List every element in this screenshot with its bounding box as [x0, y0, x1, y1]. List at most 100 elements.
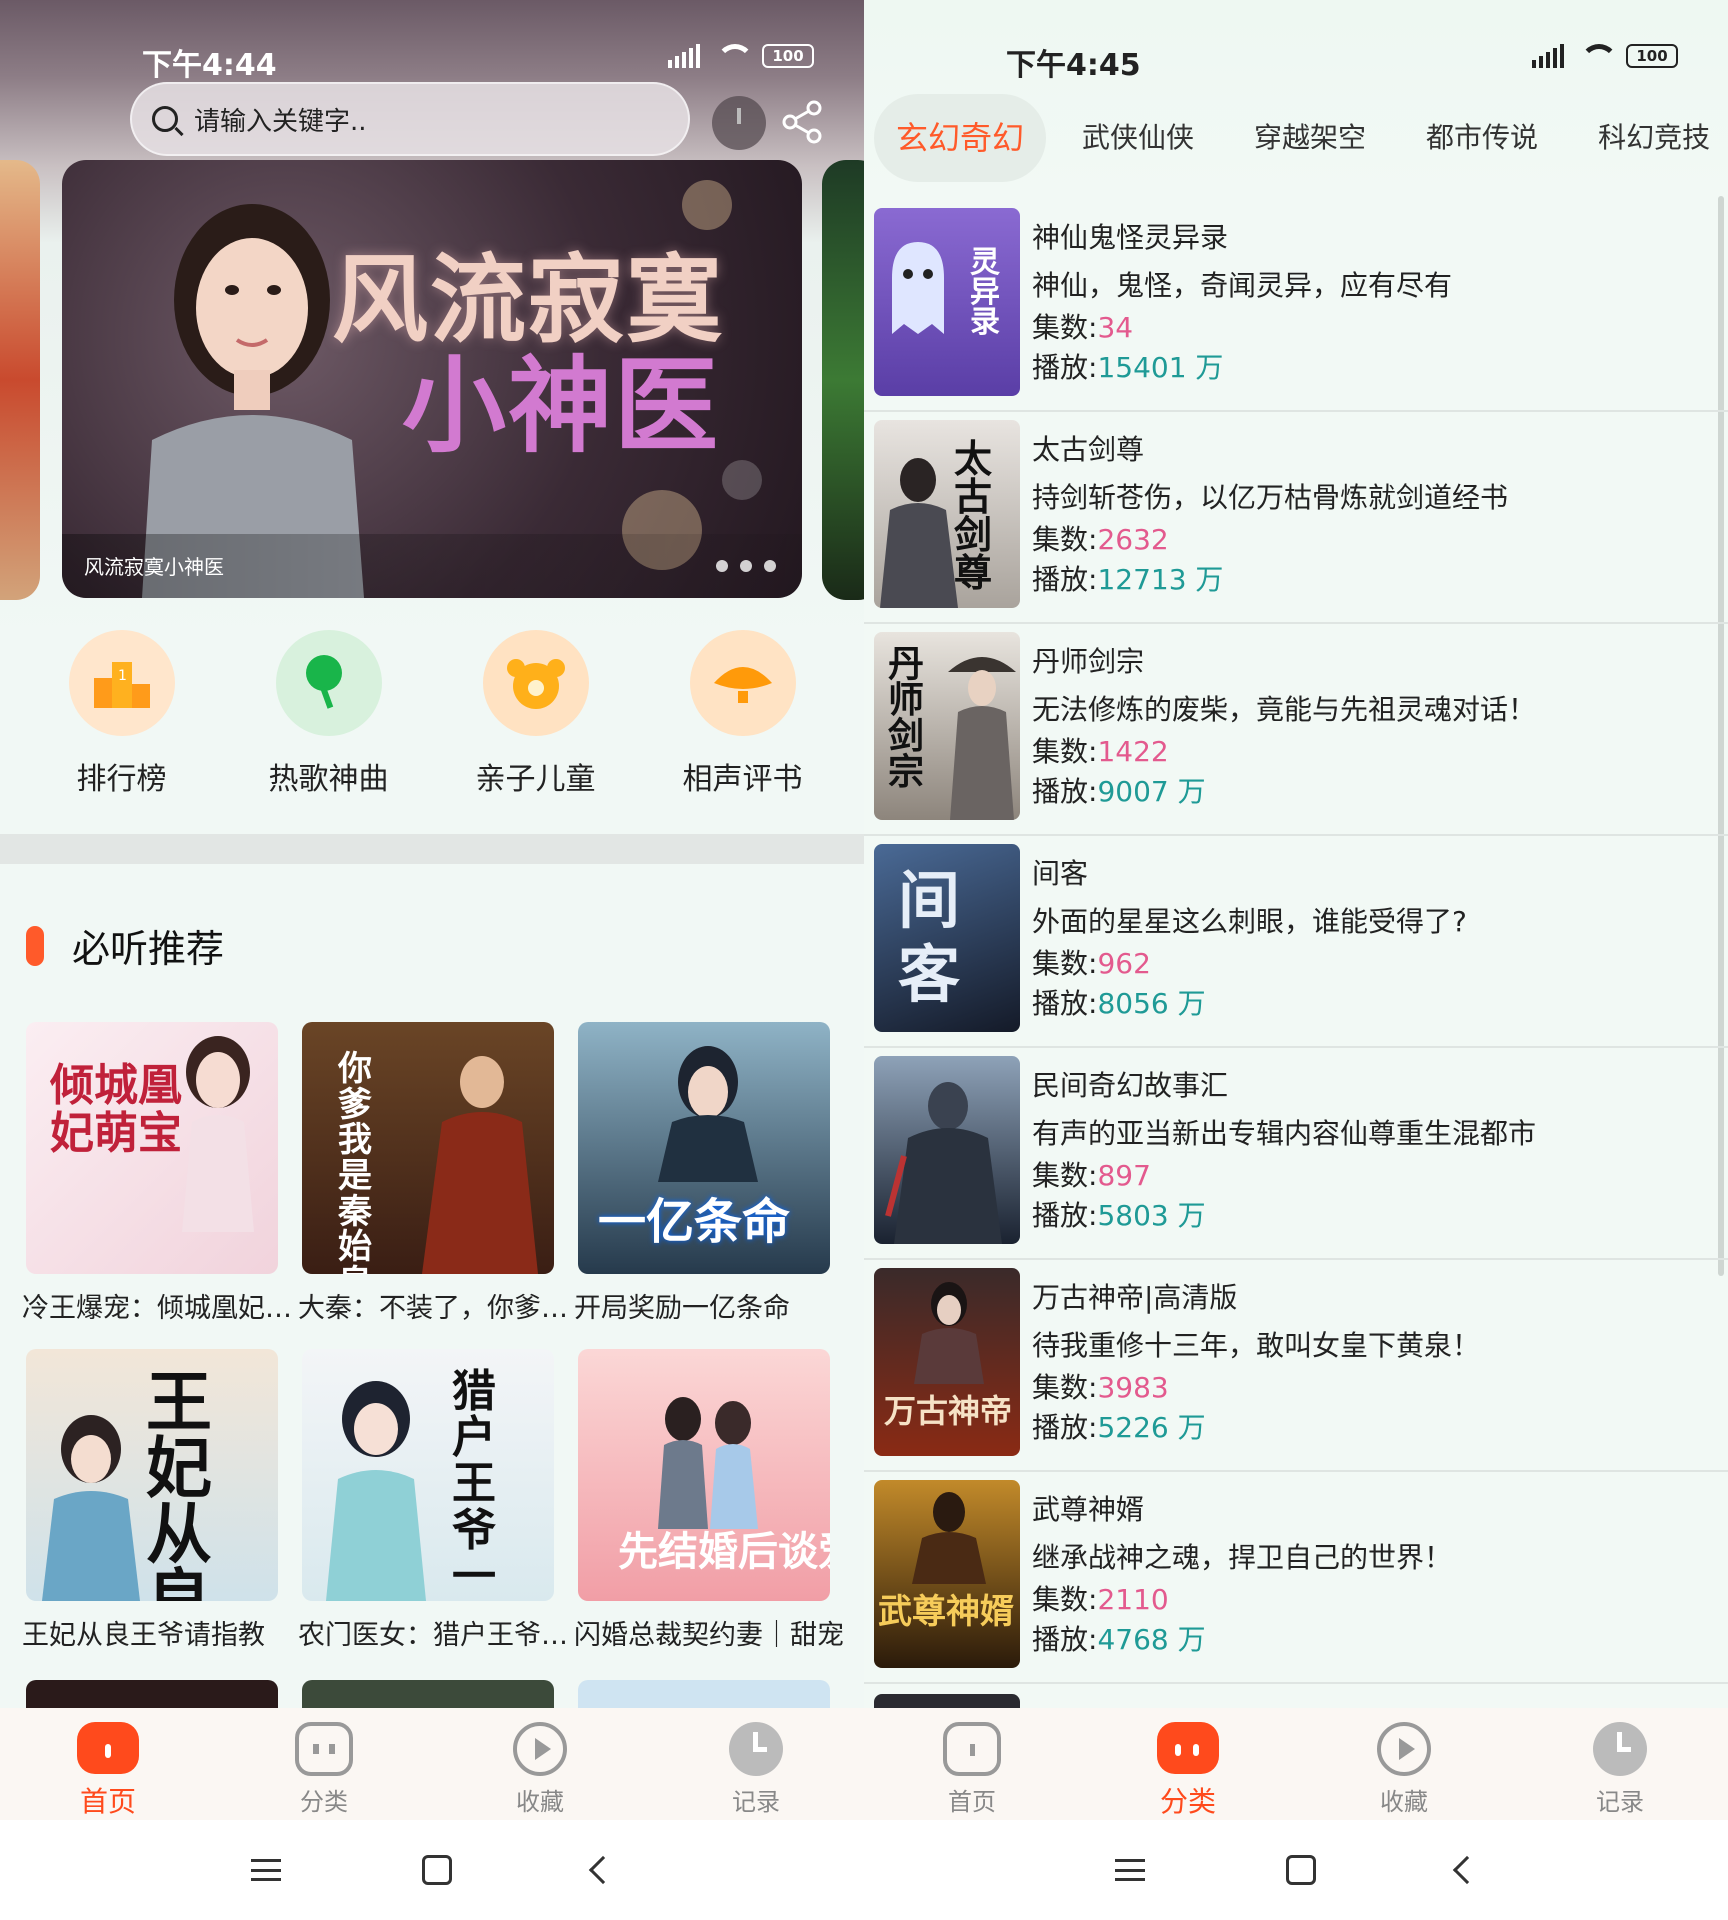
album-item[interactable]: 丹师剑宗 丹师剑宗 无法修炼的废柴，竟能与先祖灵魂对话！ 集数:1422 播放:…	[864, 624, 1728, 836]
recommend-card-peek[interactable]	[578, 1680, 830, 1708]
nav-category[interactable]: 分类	[216, 1708, 432, 1820]
recommend-card[interactable]: 先结婚后谈爱 闪婚总裁契约妻｜甜宠	[574, 1349, 844, 1652]
recommend-grid: 倾城凰妃萌宝 冷王爆宠：倾城凰妃小萌宝 你爹我是秦始皇 大秦：不装了，你爹我是秦…	[22, 1022, 846, 1652]
album-item[interactable]: 间客 间客 外面的星星这么刺眼，谁能受得了? 集数:962 播放:8056 万	[864, 836, 1728, 1048]
share-icon[interactable]	[780, 100, 824, 144]
banner-caption: 风流寂寞小神医	[84, 555, 224, 579]
system-nav-bar	[0, 1820, 864, 1920]
banner-next-peek[interactable]	[822, 160, 864, 600]
home-button-icon[interactable]	[1285, 1855, 1316, 1885]
nav-label: 收藏	[516, 1788, 564, 1816]
album-plays: 播放:12713 万	[1032, 563, 1224, 596]
album-cover: 武尊神婿	[874, 1480, 1020, 1668]
banner-prev-peek[interactable]	[0, 160, 40, 600]
album-list: 灵异录 神仙鬼怪灵异录 神仙，鬼怪，奇闻灵异，应有尽有 集数:34 播放:154…	[864, 200, 1728, 1684]
battery-icon: 100	[1626, 44, 1678, 68]
recent-apps-icon[interactable]	[1114, 1859, 1145, 1881]
album-item[interactable]: 万古神帝 万古神帝|高清版 待我重修十三年，敢叫女皇下黄泉！ 集数:3983 播…	[864, 1260, 1728, 1472]
tab-category[interactable]: 穿越架空	[1230, 94, 1390, 182]
quick-nav-label: 相声评书	[682, 762, 803, 797]
recommend-card[interactable]: 一亿条命 开局奖励一亿条命	[574, 1022, 830, 1325]
album-item[interactable]: 太古剑尊 太古剑尊 持剑斩苍伤，以亿万枯骨炼就剑道经书 集数:2632 播放:1…	[864, 412, 1728, 624]
play-circle-icon	[1377, 1722, 1431, 1776]
book-cover: 一亿条命	[578, 1022, 830, 1274]
tab-category[interactable]: 都市传说	[1402, 94, 1562, 182]
quick-nav-label: 亲子儿童	[475, 762, 596, 797]
album-name: 神仙鬼怪灵异录	[1032, 221, 1229, 254]
quick-nav-kids[interactable]: 亲子儿童	[446, 630, 626, 798]
banner-title: 风流寂寞 小神医	[332, 243, 724, 467]
bottom-nav: 首页 分类 收藏 记录	[0, 1708, 864, 1820]
recommend-card[interactable]: 猎户王爷一品妃 农门医女：猎户王爷一品妃	[298, 1349, 568, 1652]
album-episodes: 集数:3983	[1032, 1371, 1169, 1404]
status-time: 下午4:44	[142, 48, 277, 83]
clock-icon	[729, 1722, 783, 1776]
nav-category[interactable]: 分类	[1080, 1708, 1296, 1820]
history-clock-icon[interactable]	[712, 96, 766, 150]
album-name: 武尊神婿	[1032, 1493, 1145, 1526]
album-plays: 播放:8056 万	[1032, 987, 1206, 1020]
back-icon[interactable]	[589, 1855, 618, 1885]
signal-icon	[1532, 44, 1564, 68]
home-screen: 下午4:44 100 请输入关键字.. 风流寂寞 小神医 风流寂寞小神医 1 排…	[0, 0, 864, 1920]
tab-category[interactable]: 玄幻奇幻	[874, 94, 1047, 182]
book-title: 王妃从良王爷请指教	[22, 1620, 265, 1651]
book-cover: 倾城凰妃萌宝	[26, 1022, 278, 1274]
banner-carousel[interactable]: 风流寂寞 小神医 风流寂寞小神医	[62, 160, 802, 598]
nav-favorites[interactable]: 收藏	[432, 1708, 648, 1820]
album-cover: 间客	[874, 844, 1020, 1032]
album-cover: 丹师剑宗	[874, 632, 1020, 820]
search-icon	[152, 106, 178, 132]
nav-home[interactable]: 首页	[0, 1708, 216, 1820]
back-icon[interactable]	[1453, 1855, 1482, 1885]
album-name: 民间奇幻故事汇	[1032, 1069, 1229, 1102]
quick-nav-ranking[interactable]: 1 排行榜	[32, 630, 212, 798]
recommend-card-peek[interactable]	[26, 1680, 278, 1708]
ranking-icon: 1	[68, 630, 175, 736]
book-cover: 王妃从良	[26, 1349, 278, 1601]
book-cover: 猎户王爷一品妃	[302, 1349, 554, 1601]
recommend-card-peek[interactable]	[302, 1680, 554, 1708]
album-item[interactable]: 武尊神婿 武尊神婿 继承战神之魂，捍卫自己的世界！ 集数:2110 播放:476…	[864, 1472, 1728, 1684]
album-cover: 太古剑尊	[874, 420, 1020, 608]
quick-nav-crosstalk[interactable]: 相声评书	[653, 630, 833, 798]
nav-label: 首页	[79, 1785, 136, 1818]
category-icon	[1157, 1722, 1219, 1774]
album-item[interactable]: 民间奇幻故事汇 有声的亚当新出专辑内容仙尊重生混都市 集数:897 播放:580…	[864, 1048, 1728, 1260]
album-item-peek[interactable]	[874, 1694, 1020, 1708]
section-divider	[0, 834, 864, 864]
tab-category[interactable]: 科幻竞技	[1574, 94, 1728, 182]
recommend-card[interactable]: 你爹我是秦始皇 大秦：不装了，你爹我是秦始皇	[298, 1022, 568, 1325]
status-time: 下午4:45	[1006, 48, 1141, 83]
album-name: 万古神帝|高清版	[1032, 1281, 1238, 1314]
category-tabs: 玄幻奇幻 武侠仙侠 穿越架空 都市传说 科幻竞技 幻	[874, 94, 1728, 182]
search-input[interactable]: 请输入关键字..	[130, 82, 690, 156]
nav-label: 收藏	[1380, 1788, 1428, 1816]
recent-apps-icon[interactable]	[250, 1859, 281, 1881]
nav-favorites[interactable]: 收藏	[1296, 1708, 1512, 1820]
category-screen: 下午4:45 100 玄幻奇幻 武侠仙侠 穿越架空 都市传说 科幻竞技 幻 灵异…	[864, 0, 1728, 1920]
album-item[interactable]: 灵异录 神仙鬼怪灵异录 神仙，鬼怪，奇闻灵异，应有尽有 集数:34 播放:154…	[864, 200, 1728, 412]
status-bar: 100	[1532, 44, 1678, 68]
album-desc: 持剑斩苍伤，以亿万枯骨炼就剑道经书	[1032, 481, 1509, 514]
fan-icon	[689, 630, 796, 736]
quick-nav-hot-songs[interactable]: 热歌神曲	[239, 630, 419, 798]
home-button-icon[interactable]	[421, 1855, 452, 1885]
album-episodes: 集数:34	[1032, 311, 1134, 344]
nav-history[interactable]: 记录	[648, 1708, 864, 1820]
album-plays: 播放:9007 万	[1032, 775, 1206, 808]
recommend-card[interactable]: 倾城凰妃萌宝 冷王爆宠：倾城凰妃小萌宝	[22, 1022, 292, 1325]
nav-label: 记录	[1596, 1788, 1644, 1816]
quick-nav-label: 热歌神曲	[268, 762, 389, 797]
nav-history[interactable]: 记录	[1512, 1708, 1728, 1820]
recommend-card[interactable]: 王妃从良 王妃从良王爷请指教	[22, 1349, 278, 1652]
album-episodes: 集数:962	[1032, 947, 1151, 980]
tab-category[interactable]: 武侠仙侠	[1058, 94, 1218, 182]
status-bar: 下午4:44 100	[0, 0, 864, 83]
album-desc: 继承战神之魂，捍卫自己的世界！	[1032, 1541, 1453, 1574]
nav-home[interactable]: 首页	[864, 1708, 1080, 1820]
home-icon	[943, 1722, 1001, 1776]
album-desc: 有声的亚当新出专辑内容仙尊重生混都市	[1032, 1117, 1537, 1150]
album-plays: 播放:5226 万	[1032, 1411, 1206, 1444]
signal-icon	[668, 44, 700, 68]
